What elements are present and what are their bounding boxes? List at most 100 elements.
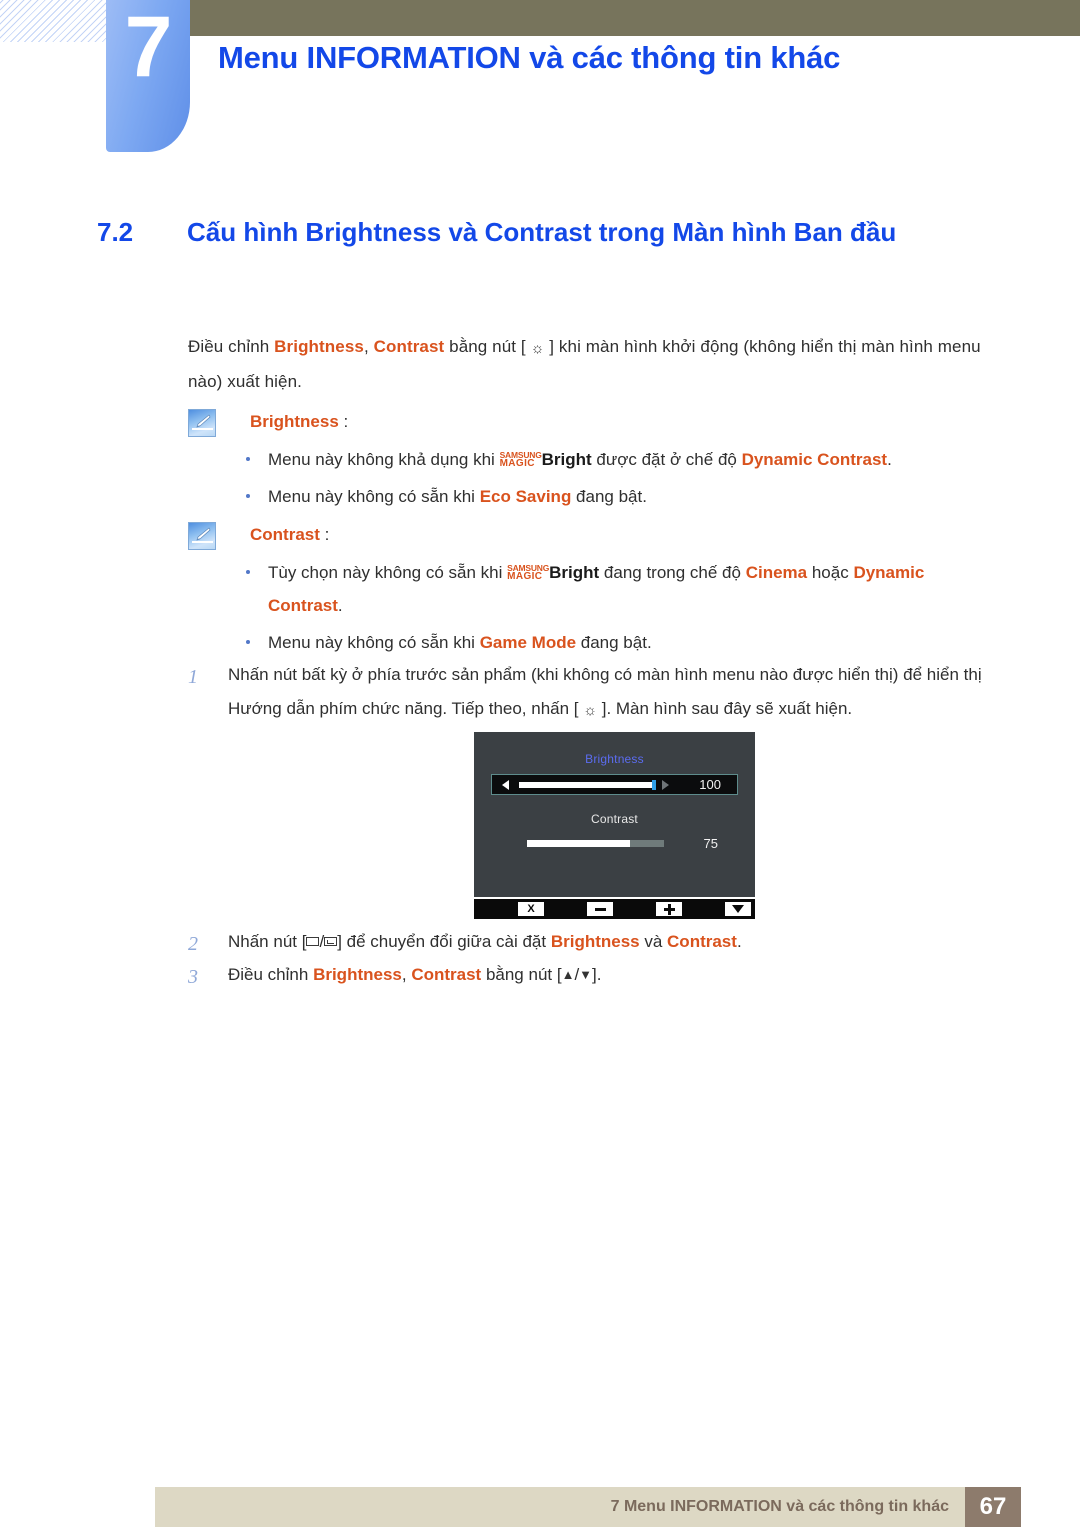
step-term-contrast: Contrast — [411, 965, 482, 984]
down-button[interactable] — [725, 902, 751, 916]
arrow-right-icon[interactable] — [662, 779, 669, 790]
intro-term-brightness: Brightness — [274, 337, 364, 356]
step-text: Nhấn nút [/] để chuyển đổi giữa cài đặt … — [228, 925, 1008, 959]
step-text: Điều chỉnh Brightness, Contrast bằng nút… — [228, 958, 1008, 992]
bullet-text-2: đang bật. — [576, 633, 652, 653]
note-title-text: Contrast — [250, 525, 320, 544]
step-text-3: bằng nút [ — [481, 965, 562, 984]
note-pen-icon — [188, 409, 216, 437]
brightness-slider-knob[interactable] — [652, 779, 656, 790]
intro-paragraph: Điều chỉnh Brightness, Contrast bằng nút… — [188, 330, 988, 400]
list-item: Menu này không khả dụng khi SAMSUNG MAGIC… — [188, 443, 988, 476]
chapter-number: 7 — [124, 0, 173, 95]
bullet-text-1: Menu này không có sẵn khi — [268, 487, 480, 507]
pen-glyph — [196, 414, 211, 428]
note-bullet-list: Menu này không khả dụng khi SAMSUNG MAGIC… — [188, 443, 988, 513]
samsung-magic-logo: SAMSUNG MAGIC — [507, 564, 549, 582]
note-title-colon: : — [338, 412, 349, 431]
intro-text-1: Điều chỉnh — [188, 337, 275, 356]
bullet-term-dynamic-contrast: Dynamic Contrast — [741, 450, 888, 469]
brightness-sun-icon: ☼ — [530, 340, 545, 357]
section-heading: 7.2 Cấu hình Brightness và Contrast tron… — [97, 215, 1002, 250]
note-rule — [192, 541, 213, 543]
note-header: Contrast : — [188, 521, 988, 550]
intro-text-2: , — [363, 337, 374, 356]
logo-magic: MAGIC — [499, 458, 535, 469]
bullet-text-1: Tùy chọn này không có sẵn khi — [268, 563, 508, 582]
osd-brightness-label: Brightness — [585, 752, 644, 766]
arrow-left-icon[interactable] — [502, 779, 509, 790]
section-number: 7.2 — [97, 217, 134, 247]
hatch-decoration — [0, 0, 110, 42]
osd-brightness-row[interactable]: 100 — [491, 774, 738, 795]
plus-icon — [663, 903, 675, 915]
osd-button-bar: X — [474, 899, 755, 919]
step-term-brightness: Brightness — [313, 965, 402, 984]
list-item: Menu này không có sẵn khi Game Mode đang… — [188, 626, 988, 659]
header-accent-bar — [190, 0, 1080, 36]
bullet-term-game-mode: Game Mode — [479, 633, 577, 653]
osd-contrast-row[interactable]: 75 — [491, 835, 738, 851]
footer-chapter-text: 7 Menu INFORMATION và các thông tin khác — [610, 1498, 949, 1515]
logo-bright: Bright — [541, 450, 592, 469]
samsung-magic-logo: SAMSUNG MAGIC — [500, 451, 542, 469]
brightness-slider-fill — [519, 781, 656, 788]
intro-text-3: bằng nút [ — [444, 337, 531, 356]
page-number: 67 — [965, 1487, 1021, 1527]
page-header: 7 Menu INFORMATION và các thông tin khác — [0, 0, 1080, 152]
list-item: Menu này không có sẵn khi Eco Saving đan… — [188, 480, 988, 513]
note-title: Brightness : — [250, 408, 348, 437]
brightness-slider-track[interactable] — [519, 779, 656, 790]
bullet-term-cinema: Cinema — [745, 563, 808, 582]
bullet-text-2: đang trong chế độ — [599, 563, 746, 582]
note-rule — [192, 428, 213, 430]
bullet-text-1: Menu này không có sẵn khi — [268, 633, 480, 653]
step-text-4: ]. — [592, 965, 602, 984]
note-title-text: Brightness — [250, 412, 339, 431]
brightness-sun-icon: ☼ — [583, 702, 597, 719]
step-1: 1 Nhấn nút bất kỳ ở phía trước sản phẩm … — [188, 658, 1008, 726]
chapter-title: Menu INFORMATION và các thông tin khác — [218, 40, 841, 75]
section-title: Cấu hình Brightness và Contrast trong Mà… — [187, 217, 897, 247]
contrast-slider-track[interactable] — [527, 839, 664, 847]
step-text-2: ]. Màn hình sau đây sẽ xuất hiện. — [597, 699, 853, 718]
step-text-2: ] để chuyển đổi giữa cài đặt — [337, 932, 551, 951]
osd-brightness-value: 100 — [699, 777, 721, 792]
intro-term-contrast: Contrast — [373, 337, 445, 356]
step-text-4: . — [736, 932, 742, 951]
chevron-down-icon — [732, 905, 744, 913]
plus-button[interactable] — [656, 902, 682, 916]
note-header: Brightness : — [188, 408, 988, 437]
step-text: Nhấn nút bất kỳ ở phía trước sản phẩm (k… — [228, 658, 1008, 726]
list-item: Tùy chọn này không có sẵn khi SAMSUNG MAG… — [188, 556, 988, 622]
note-title-colon: : — [319, 525, 330, 544]
note-block-brightness: Brightness : Menu này không khả dụng khi… — [188, 408, 988, 517]
step-term-brightness: Brightness — [550, 932, 640, 951]
arrow-up-icon: ▲ — [561, 967, 575, 982]
close-button[interactable]: X — [518, 902, 544, 916]
note-block-contrast: Contrast : Tùy chọn này không có sẵn khi… — [188, 521, 988, 663]
step-number: 3 — [188, 966, 198, 988]
note-bullet-list: Tùy chọn này không có sẵn khi SAMSUNG MAG… — [188, 556, 988, 659]
bullet-text-3: . — [887, 450, 892, 469]
bullet-text-2: đang bật. — [571, 487, 647, 507]
bullet-text-2: được đặt ở chế độ — [591, 450, 742, 469]
step-term-contrast: Contrast — [667, 932, 737, 951]
logo-bright: Bright — [549, 563, 600, 582]
pen-glyph — [196, 527, 211, 541]
osd-panel: Brightness 100 Contrast 75 — [474, 732, 755, 897]
contrast-slider-fill — [527, 839, 630, 847]
step-text-1: Điều chỉnh — [228, 965, 314, 984]
logo-magic: MAGIC — [507, 571, 543, 582]
arrow-down-icon: ▼ — [579, 967, 593, 982]
osd-screenshot: Brightness 100 Contrast 75 X — [474, 732, 755, 919]
step-text-2: , — [401, 965, 412, 984]
minus-button[interactable] — [587, 902, 613, 916]
bullet-text-1: Menu này không khả dụng khi — [268, 450, 500, 469]
bullet-term-eco-saving: Eco Saving — [479, 487, 572, 507]
note-pen-icon — [188, 522, 216, 550]
bullet-text-3: hoặc — [807, 563, 854, 582]
step-text-1: Nhấn nút [ — [228, 932, 307, 951]
step-text-3: và — [639, 932, 668, 951]
page-footer: 7 Menu INFORMATION và các thông tin khác… — [155, 1487, 1021, 1527]
